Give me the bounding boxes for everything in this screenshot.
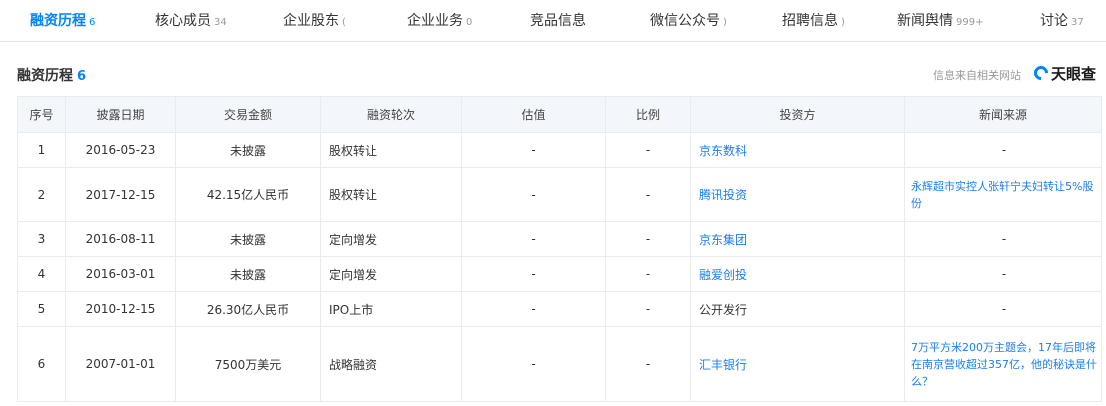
cell-ratio: - [605,132,691,168]
section-title-text: 融资历程 [17,68,73,84]
cell-valuation: - [461,291,606,327]
news-link[interactable]: 7万平方米200万主题会，17年后即将在南京营收超过357亿，他的秘诀是什么？ [904,326,1102,402]
cell-round: 战略融资 [320,326,462,402]
cell-ratio: - [605,167,691,222]
cell-date: 2016-05-23 [65,132,176,168]
cell-date: 2007-01-01 [65,326,176,402]
news-link[interactable]: 永辉超市实控人张轩宁夫妇转让5%股份 [904,167,1102,222]
tab-label: 微信公众号 [650,13,720,29]
cell-date: 2016-03-01 [65,256,176,292]
investor-link[interactable]: 腾讯投资 [690,167,905,222]
tab-core-members[interactable]: 核心成员 34 [155,10,227,30]
cell-round: 定向增发 [320,221,462,257]
tab-discussion[interactable]: 讨论 37 [1040,10,1084,30]
tab-count: 34 [214,17,227,28]
cell-no: 3 [17,221,66,257]
tab-label: 融资历程 [30,13,86,29]
table-row: 3 2016-08-11 未披露 定向增发 - - 京东集团 - [17,221,1102,257]
investor-link[interactable]: 京东集团 [690,221,905,257]
investor-link[interactable]: 汇丰银行 [690,326,905,402]
cell-amount: 未披露 [175,256,321,292]
cell-valuation: - [461,167,606,222]
source-note: 信息来自相关网站 [933,69,1021,82]
table-row: 5 2010-12-15 26.30亿人民币 IPO上市 - - 公开发行 - [17,291,1102,327]
tab-label: 招聘信息 [782,13,838,29]
cell-valuation: - [461,256,606,292]
header-valuation: 估值 [461,96,606,133]
tab-count: ) [841,17,845,28]
tab-count: 37 [1071,17,1084,28]
investor-link[interactable]: 融爱创投 [690,256,905,292]
tab-count: 999+ [956,17,984,28]
cell-date: 2010-12-15 [65,291,176,327]
tab-label: 竞品信息 [530,13,586,29]
cell-round: IPO上市 [320,291,462,327]
tab-business[interactable]: 企业业务 0 [407,10,472,30]
cell-no: 4 [17,256,66,292]
tianyancha-icon [1031,63,1051,83]
cell-news: - [904,132,1102,168]
cell-ratio: - [605,221,691,257]
cell-round: 定向增发 [320,256,462,292]
brand-logo[interactable]: 天眼查 [1031,63,1097,83]
cell-amount: 未披露 [175,221,321,257]
tab-recruitment[interactable]: 招聘信息) [782,10,845,30]
tab-competitors[interactable]: 竞品信息 [530,10,589,30]
cell-valuation: - [461,221,606,257]
tab-label: 企业业务 [407,13,463,29]
cell-ratio: - [605,256,691,292]
cell-news: - [904,291,1102,327]
table-header-row: 序号 披露日期 交易金额 融资轮次 估值 比例 投资方 新闻来源 [17,96,1102,133]
cell-date: 2017-12-15 [65,167,176,222]
header-investor: 投资方 [690,96,905,133]
tab-label: 核心成员 [155,13,211,29]
tab-financing-history[interactable]: 融资历程 6 [30,10,95,30]
table-row: 6 2007-01-01 7500万美元 战略融资 - - 汇丰银行 7万平方米… [17,326,1102,402]
cell-valuation: - [461,326,606,402]
tab-label: 新闻舆情 [897,13,953,29]
table-row: 4 2016-03-01 未披露 定向增发 - - 融爱创投 - [17,256,1102,292]
tab-count: 6 [89,17,96,28]
tab-label: 讨论 [1040,13,1068,29]
cell-date: 2016-08-11 [65,221,176,257]
header-ratio: 比例 [605,96,691,133]
cell-amount: 7500万美元 [175,326,321,402]
tab-label: 企业股东 [283,13,339,29]
header-news: 新闻来源 [904,96,1102,133]
tab-wechat-accounts[interactable]: 微信公众号) [650,10,727,30]
tab-count: 0 [466,17,473,28]
tab-count: ) [723,17,727,28]
header-no: 序号 [17,96,66,133]
section-count: 6 [77,69,87,84]
cell-amount: 26.30亿人民币 [175,291,321,327]
cell-news: - [904,221,1102,257]
cell-no: 5 [17,291,66,327]
section-title: 融资历程 6 [17,65,86,85]
table-row: 1 2016-05-23 未披露 股权转让 - - 京东数科 - [17,132,1102,168]
tab-bar: 融资历程 6 核心成员 34 企业股东( 企业业务 0 竞品信息 微信公众号) 招聘信… [0,0,1106,42]
table-row: 2 2017-12-15 42.15亿人民币 股权转让 - - 腾讯投资 永辉超… [17,167,1102,222]
brand-name: 天眼查 [1051,64,1097,83]
cell-no: 1 [17,132,66,168]
cell-news: - [904,256,1102,292]
cell-no: 6 [17,326,66,402]
cell-no: 2 [17,167,66,222]
cell-amount: 42.15亿人民币 [175,167,321,222]
financing-table: 序号 披露日期 交易金额 融资轮次 估值 比例 投资方 新闻来源 1 2016-… [17,96,1102,402]
cell-amount: 未披露 [175,132,321,168]
tab-count: ( [342,17,346,28]
header-date: 披露日期 [65,96,176,133]
cell-valuation: - [461,132,606,168]
tab-news[interactable]: 新闻舆情 999+ [897,10,983,30]
cell-ratio: - [605,291,691,327]
cell-investor: 公开发行 [690,291,905,327]
cell-round: 股权转让 [320,167,462,222]
tab-shareholders[interactable]: 企业股东( [283,10,346,30]
header-amount: 交易金额 [175,96,321,133]
investor-link[interactable]: 京东数科 [690,132,905,168]
header-round: 融资轮次 [320,96,462,133]
cell-ratio: - [605,326,691,402]
cell-round: 股权转让 [320,132,462,168]
